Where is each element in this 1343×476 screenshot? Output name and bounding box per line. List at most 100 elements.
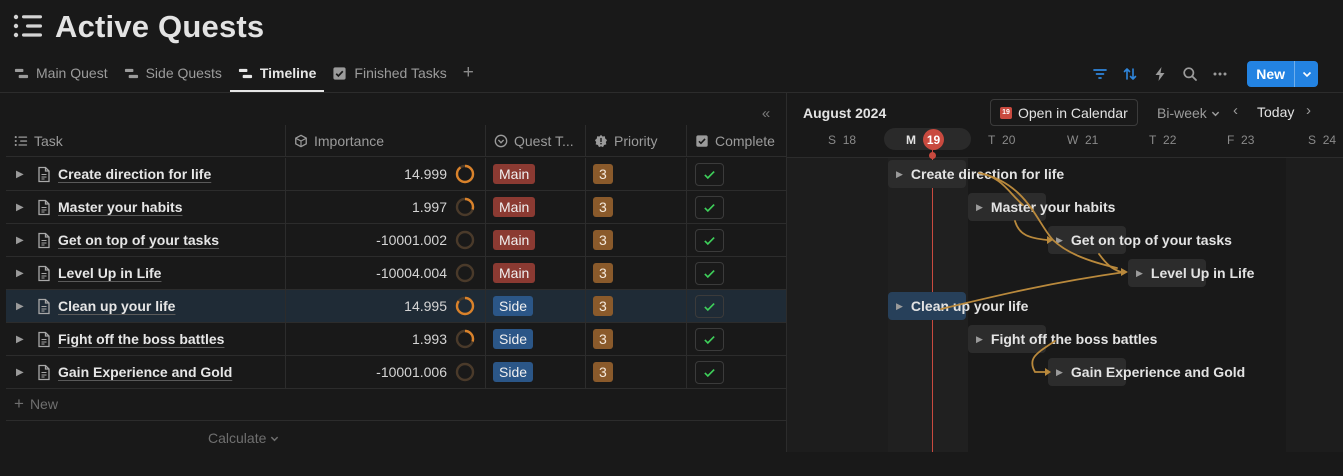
table-row[interactable]: ▶ Clean up your life 14.995 Side 3	[6, 290, 786, 323]
priority-cell[interactable]: 3	[586, 224, 687, 256]
chevron-down-icon	[271, 436, 279, 442]
sort-button[interactable]	[1115, 61, 1145, 87]
importance-value: 14.999	[404, 166, 447, 182]
expand-caret-icon[interactable]: ▶	[1136, 268, 1143, 279]
quest-type-badge: Main	[493, 164, 536, 184]
quest-type-cell[interactable]: Main	[486, 191, 586, 223]
priority-cell[interactable]: 3	[586, 191, 687, 223]
check-icon	[704, 170, 715, 179]
expand-caret-icon[interactable]: ▶	[16, 301, 30, 312]
priority-badge: 3	[593, 230, 613, 250]
complete-checkbox[interactable]	[695, 360, 724, 384]
expand-caret-icon[interactable]: ▶	[1056, 235, 1063, 246]
new-button[interactable]: New	[1247, 61, 1294, 87]
task-name[interactable]: Create direction for life	[58, 166, 211, 182]
progress-ring	[455, 296, 475, 316]
tab-finished-tasks[interactable]: Finished Tasks	[324, 58, 454, 88]
range-select[interactable]: Bi-week	[1157, 105, 1220, 121]
expand-caret-icon[interactable]: ▶	[16, 334, 30, 345]
weekend-column	[787, 157, 888, 452]
timeline-task-name: Master your habits	[990, 199, 1116, 215]
importance-cell: 1.993	[286, 323, 486, 355]
expand-caret-icon[interactable]: ▶	[16, 235, 30, 246]
timeline-bar-label[interactable]: ▶ Create direction for life	[896, 160, 1064, 188]
column-header-quest-type[interactable]: Quest T...	[486, 125, 586, 157]
dependency-arrow	[1098, 253, 1122, 273]
complete-checkbox[interactable]	[695, 228, 724, 252]
calculate-button[interactable]: Calculate	[208, 430, 279, 446]
priority-cell[interactable]: 3	[586, 356, 687, 388]
expand-caret-icon[interactable]: ▶	[16, 202, 30, 213]
column-label: Quest T...	[514, 133, 574, 149]
expand-caret-icon[interactable]: ▶	[16, 169, 30, 180]
priority-cell[interactable]: 3	[586, 323, 687, 355]
day-number: 23	[1241, 133, 1255, 147]
task-name[interactable]: Get on top of your tasks	[58, 232, 219, 248]
more-button[interactable]	[1205, 61, 1235, 87]
quest-type-cell[interactable]: Main	[486, 224, 586, 256]
today-button[interactable]: Today	[1257, 104, 1294, 120]
progress-ring	[455, 263, 475, 283]
table-row[interactable]: ▶ Fight off the boss battles 1.993 Side 3	[6, 323, 786, 356]
table-row[interactable]: ▶ Get on top of your tasks -10001.002 Main 3	[6, 224, 786, 257]
quest-type-cell[interactable]: Main	[486, 257, 586, 289]
filter-button[interactable]	[1085, 61, 1115, 87]
table-row[interactable]: ▶ Master your habits 1.997 Main 3	[6, 191, 786, 224]
quest-type-cell[interactable]: Side	[486, 323, 586, 355]
column-header-importance[interactable]: Importance	[286, 125, 486, 157]
automation-button[interactable]	[1145, 61, 1175, 87]
next-period-button[interactable]: ›	[1306, 102, 1311, 119]
divider	[787, 157, 1343, 158]
tab-main-quest[interactable]: Main Quest	[6, 58, 116, 88]
quest-type-cell[interactable]: Side	[486, 290, 586, 322]
tab-timeline[interactable]: Timeline	[229, 58, 325, 92]
expand-caret-icon[interactable]: ▶	[896, 169, 903, 180]
priority-cell[interactable]: 3	[586, 257, 687, 289]
quest-type-cell[interactable]: Side	[486, 356, 586, 388]
column-header-priority[interactable]: Priority	[586, 125, 687, 157]
expand-caret-icon[interactable]: ▶	[16, 268, 30, 279]
quest-type-cell[interactable]: Main	[486, 158, 586, 190]
timeline-task-name: Gain Experience and Gold	[1070, 364, 1246, 380]
complete-checkbox[interactable]	[695, 261, 724, 285]
expand-caret-icon[interactable]: ▶	[976, 202, 983, 213]
open-in-calendar-button[interactable]: 19 Open in Calendar	[990, 99, 1138, 126]
timeline-bar-label[interactable]: ▶ Get on top of your tasks	[1056, 226, 1232, 254]
table-row[interactable]: ▶ Gain Experience and Gold -10001.006 Side 3	[6, 356, 786, 389]
task-name[interactable]: Level Up in Life	[58, 265, 161, 281]
complete-checkbox[interactable]	[695, 294, 724, 318]
timeline-bar-label[interactable]: ▶ Clean up your life	[896, 292, 1028, 320]
collapse-table-button[interactable]: «	[756, 103, 776, 123]
search-button[interactable]	[1175, 61, 1205, 87]
previous-period-button[interactable]: ‹	[1233, 102, 1238, 119]
lightning-icon	[1155, 67, 1165, 81]
task-name[interactable]: Clean up your life	[58, 298, 175, 314]
priority-cell[interactable]: 3	[586, 158, 687, 190]
priority-cell[interactable]: 3	[586, 290, 687, 322]
tab-side-quests[interactable]: Side Quests	[116, 58, 230, 88]
task-name[interactable]: Gain Experience and Gold	[58, 364, 232, 380]
complete-checkbox[interactable]	[695, 195, 724, 219]
complete-checkbox[interactable]	[695, 327, 724, 351]
expand-caret-icon[interactable]: ▶	[16, 367, 30, 378]
priority-icon	[594, 134, 608, 148]
task-name[interactable]: Master your habits	[58, 199, 182, 215]
new-dropdown-button[interactable]	[1294, 61, 1318, 87]
timeline-bar-label[interactable]: ▶ Master your habits	[976, 193, 1115, 221]
table-row[interactable]: ▶ Level Up in Life -10004.004 Main 3	[6, 257, 786, 290]
expand-caret-icon[interactable]: ▶	[1056, 367, 1063, 378]
task-name[interactable]: Fight off the boss battles	[58, 331, 224, 347]
complete-checkbox[interactable]	[695, 162, 724, 186]
range-label: Bi-week	[1157, 105, 1207, 121]
add-view-button[interactable]: +	[455, 58, 482, 92]
add-row-button[interactable]: + New	[6, 388, 786, 421]
expand-caret-icon[interactable]: ▶	[976, 334, 983, 345]
timeline-bar-label[interactable]: ▶ Gain Experience and Gold	[1056, 358, 1245, 386]
timeline-bar-label[interactable]: ▶ Fight off the boss battles	[976, 325, 1157, 353]
day-number: 24	[1322, 133, 1337, 147]
timeline-bar-label[interactable]: ▶ Level Up in Life	[1136, 259, 1254, 287]
table-row[interactable]: ▶ Create direction for life 14.999 Main 3	[6, 158, 786, 191]
column-header-task[interactable]: Task	[6, 125, 286, 157]
column-header-complete[interactable]: Complete	[687, 125, 786, 157]
expand-caret-icon[interactable]: ▶	[896, 301, 903, 312]
